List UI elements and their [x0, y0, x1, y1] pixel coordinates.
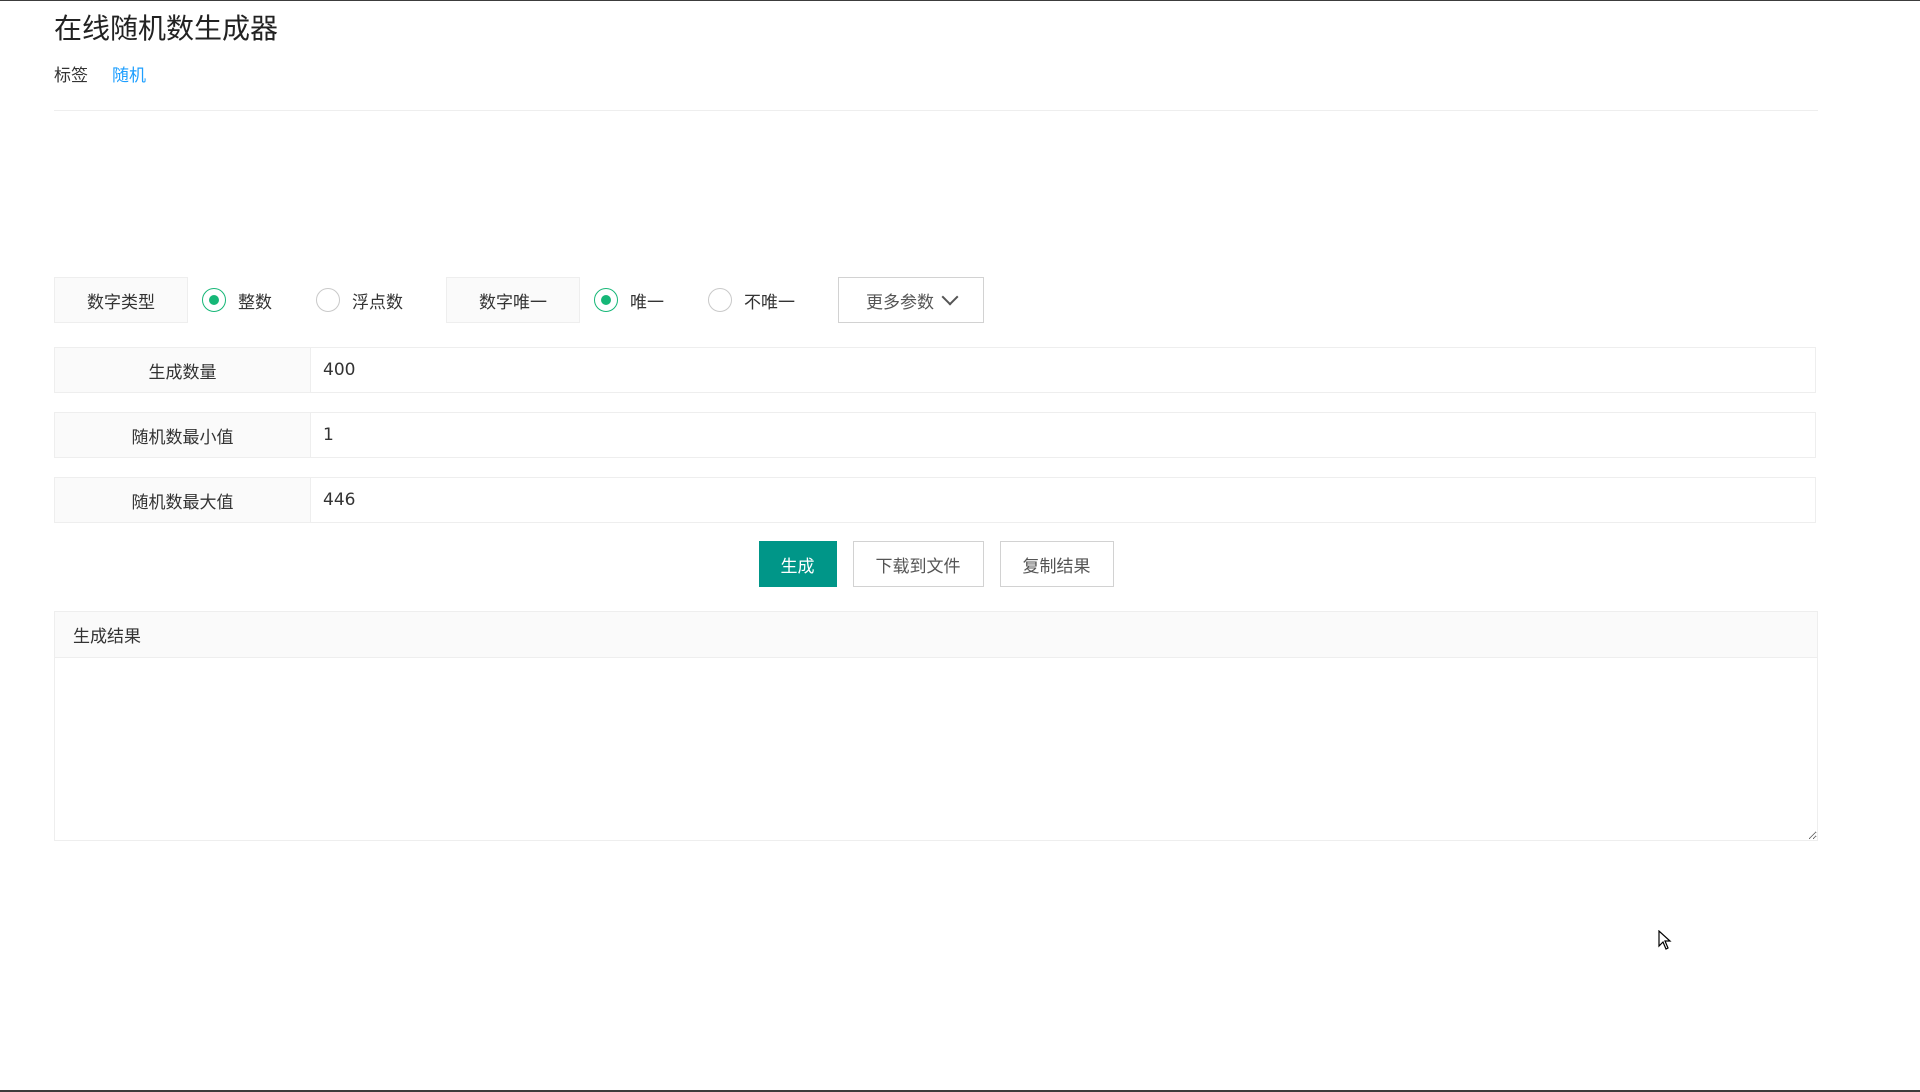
- radio-float[interactable]: 浮点数: [316, 277, 446, 323]
- radio-not-unique-circle[interactable]: [708, 288, 732, 312]
- radio-float-label: 浮点数: [352, 292, 403, 313]
- result-header: 生成结果: [55, 612, 1817, 658]
- generate-button[interactable]: 生成: [758, 541, 837, 587]
- tags-label: 标签: [54, 66, 88, 86]
- radio-unique-circle[interactable]: [594, 288, 618, 312]
- tags-row: 标签 随机: [54, 65, 146, 87]
- count-input[interactable]: [311, 348, 1815, 392]
- count-field-row: 生成数量: [54, 347, 1816, 393]
- chevron-down-icon: [941, 288, 959, 306]
- tag-link-random[interactable]: 随机: [112, 65, 146, 87]
- max-label: 随机数最大值: [55, 478, 311, 522]
- radio-unique-label: 唯一: [630, 292, 664, 313]
- result-panel: 生成结果: [54, 611, 1818, 841]
- radio-unique[interactable]: 唯一: [594, 277, 708, 323]
- radio-integer[interactable]: 整数: [202, 277, 316, 323]
- max-input[interactable]: [311, 478, 1815, 522]
- page: 在线随机数生成器 标签 随机 数字类型 整数 浮点数 数字唯一 唯一 不唯一 更…: [0, 0, 1920, 1092]
- min-label: 随机数最小值: [55, 413, 311, 457]
- count-label: 生成数量: [55, 348, 311, 392]
- mouse-cursor-icon: [1658, 930, 1672, 950]
- action-buttons: 生成 下载到文件 复制结果: [54, 541, 1818, 587]
- radio-not-unique-label: 不唯一: [744, 292, 795, 313]
- download-button[interactable]: 下载到文件: [852, 541, 984, 587]
- radio-float-circle[interactable]: [316, 288, 340, 312]
- header-divider: [54, 110, 1818, 111]
- result-textarea[interactable]: [55, 658, 1817, 840]
- options-row: 数字类型 整数 浮点数 数字唯一 唯一 不唯一 更多参数: [54, 277, 984, 323]
- max-field-row: 随机数最大值: [54, 477, 1816, 523]
- min-field-row: 随机数最小值: [54, 412, 1816, 458]
- radio-integer-circle[interactable]: [202, 288, 226, 312]
- radio-integer-label: 整数: [238, 292, 272, 313]
- min-input[interactable]: [311, 413, 1815, 457]
- unique-label: 数字唯一: [446, 277, 580, 323]
- copy-result-button[interactable]: 复制结果: [999, 541, 1114, 587]
- radio-not-unique[interactable]: 不唯一: [708, 277, 838, 323]
- page-title: 在线随机数生成器: [54, 12, 279, 45]
- more-params-button[interactable]: 更多参数: [838, 277, 984, 323]
- number-type-label: 数字类型: [54, 277, 188, 323]
- more-params-label: 更多参数: [866, 292, 934, 313]
